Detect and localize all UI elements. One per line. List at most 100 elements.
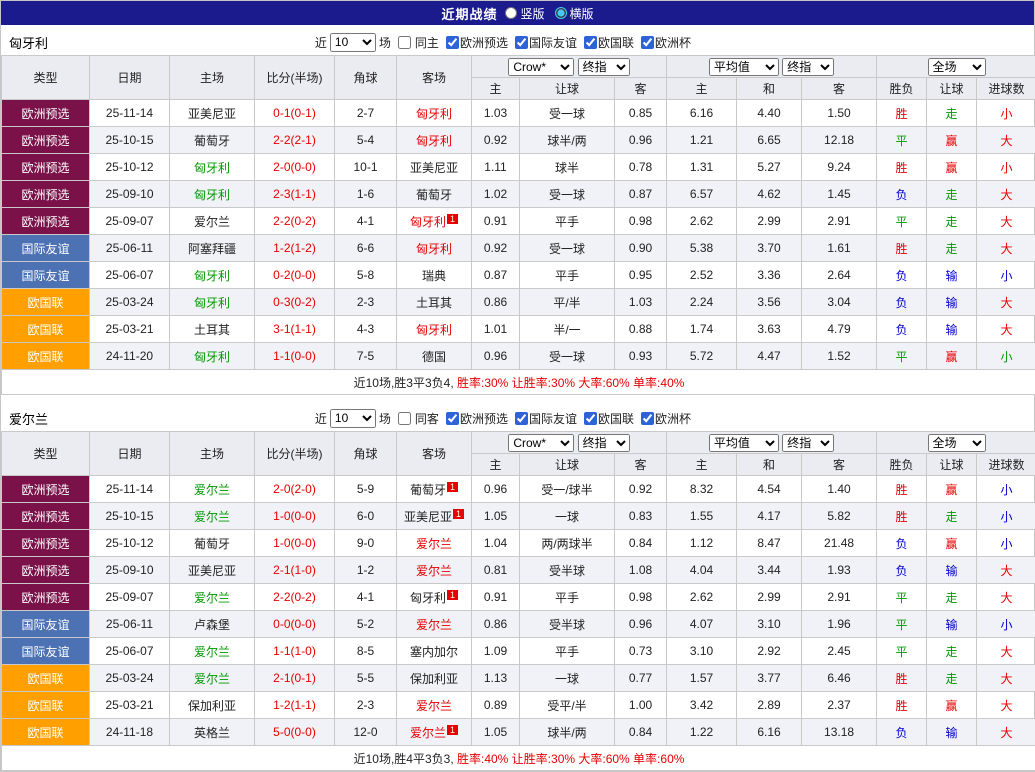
header-row-selects: 类型 日期 主场 比分(半场) 角球 客场 Crow* 终指 平均值 终指 [2, 56, 1035, 78]
layout-vertical-radio[interactable] [505, 7, 517, 19]
odds-home: 0.91 [472, 584, 520, 611]
comp-option[interactable]: 欧洲预选 [442, 34, 508, 51]
avg-away: 2.45 [802, 638, 877, 665]
home-team: 爱尔兰 [170, 665, 255, 692]
home-team: 匈牙利 [170, 289, 255, 316]
summary-record: 近10场,胜3平3负4, [354, 376, 454, 390]
same-venue-checkbox[interactable] [398, 36, 411, 49]
corners: 12-0 [335, 719, 397, 746]
away-team: 葡萄牙 [397, 181, 472, 208]
avg-away: 1.61 [802, 235, 877, 262]
match-date: 25-06-11 [90, 611, 170, 638]
layout-horizontal-label: 横版 [570, 5, 594, 22]
odds-time-select[interactable]: 终指 [578, 58, 630, 76]
layout-horizontal-radio[interactable] [555, 7, 567, 19]
odds-away: 1.00 [615, 692, 667, 719]
match-type: 国际友谊 [2, 638, 90, 665]
odds-away: 0.95 [615, 262, 667, 289]
period-select[interactable]: 全场 [928, 58, 986, 76]
match-row: 国际友谊25-06-07匈牙利0-2(0-0)5-8瑞典0.87平手0.952.… [2, 262, 1035, 289]
comp-option[interactable]: 国际友谊 [511, 410, 577, 427]
avg-away: 1.45 [802, 181, 877, 208]
home-team: 匈牙利 [170, 181, 255, 208]
same-venue-checkbox[interactable] [398, 412, 411, 425]
corners: 1-6 [335, 181, 397, 208]
avg-draw: 3.77 [737, 665, 802, 692]
home-team: 保加利亚 [170, 692, 255, 719]
col-corner: 角球 [335, 56, 397, 100]
corners: 10-1 [335, 154, 397, 181]
comp-checkbox[interactable] [641, 412, 654, 425]
layout-radio-group: 竖版 横版 [505, 5, 593, 22]
comp-option[interactable]: 欧洲预选 [442, 410, 508, 427]
average-time-select[interactable]: 终指 [782, 58, 834, 76]
odds-handicap: 球半/两 [520, 127, 615, 154]
comp-checkbox[interactable] [641, 36, 654, 49]
comp-label: 国际友谊 [529, 410, 577, 427]
result-handicap: 赢 [927, 343, 977, 370]
comp-checkbox[interactable] [515, 36, 528, 49]
corners: 4-1 [335, 208, 397, 235]
avg-away: 2.91 [802, 584, 877, 611]
comp-checkbox[interactable] [584, 36, 597, 49]
result-handicap: 走 [927, 235, 977, 262]
comp-option[interactable]: 欧洲杯 [637, 34, 691, 51]
team-name: 爱尔兰 [410, 726, 446, 740]
summary-stats: 胜率:30% 让胜率:30% 大率:60% 单率:40% [457, 376, 684, 390]
home-team: 阿塞拜疆 [170, 235, 255, 262]
avg-away: 1.40 [802, 476, 877, 503]
result-outcome: 平 [877, 611, 927, 638]
result-goals: 小 [977, 476, 1035, 503]
odds-away: 0.96 [615, 611, 667, 638]
odds-handicap: 平/半 [520, 289, 615, 316]
average-time-select[interactable]: 终指 [782, 434, 834, 452]
comp-option[interactable]: 国际友谊 [511, 34, 577, 51]
away-team: 保加利亚 [397, 665, 472, 692]
odds-away: 0.92 [615, 476, 667, 503]
bookmaker-select[interactable]: Crow* [508, 434, 574, 452]
title-bar: 近期战绩 竖版 横版 [1, 1, 1034, 25]
comp-option[interactable]: 欧国联 [580, 410, 634, 427]
odds-home: 0.96 [472, 476, 520, 503]
comp-checkbox[interactable] [446, 412, 459, 425]
layout-vertical-option[interactable]: 竖版 [505, 5, 544, 22]
match-date: 25-03-24 [90, 665, 170, 692]
odds-away: 0.98 [615, 584, 667, 611]
odds-away: 0.90 [615, 235, 667, 262]
away-team: 亚美尼亚 [397, 154, 472, 181]
team-name: 爱尔兰 [416, 564, 452, 578]
result-handicap: 赢 [927, 154, 977, 181]
bookmaker-select[interactable]: Crow* [508, 58, 574, 76]
col-away: 客场 [397, 432, 472, 476]
match-date: 25-09-07 [90, 208, 170, 235]
away-team: 土耳其 [397, 289, 472, 316]
odds-handicap: 平手 [520, 638, 615, 665]
avg-home: 1.55 [667, 503, 737, 530]
odds-handicap: 两/两球半 [520, 530, 615, 557]
period-select[interactable]: 全场 [928, 434, 986, 452]
result-outcome: 胜 [877, 235, 927, 262]
odds-home: 1.02 [472, 181, 520, 208]
avg-home: 1.21 [667, 127, 737, 154]
match-count-select[interactable]: 10 [330, 409, 376, 428]
comp-checkbox[interactable] [446, 36, 459, 49]
comp-option[interactable]: 欧洲杯 [637, 410, 691, 427]
home-team: 爱尔兰 [170, 503, 255, 530]
comp-option[interactable]: 欧国联 [580, 34, 634, 51]
avg-home: 2.62 [667, 208, 737, 235]
odds-time-select[interactable]: 终指 [578, 434, 630, 452]
comp-checkbox[interactable] [515, 412, 528, 425]
average-select[interactable]: 平均值 [709, 434, 779, 452]
comp-checkbox[interactable] [584, 412, 597, 425]
away-team: 塞内加尔 [397, 638, 472, 665]
match-date: 25-03-24 [90, 289, 170, 316]
odds-away: 0.73 [615, 638, 667, 665]
home-team: 葡萄牙 [170, 530, 255, 557]
average-select[interactable]: 平均值 [709, 58, 779, 76]
layout-horizontal-option[interactable]: 横版 [555, 5, 594, 22]
away-team: 爱尔兰 [397, 530, 472, 557]
match-count-select[interactable]: 10 [330, 33, 376, 52]
comp-label: 欧国联 [598, 410, 634, 427]
col-home: 主场 [170, 432, 255, 476]
odds-handicap: 一球 [520, 503, 615, 530]
